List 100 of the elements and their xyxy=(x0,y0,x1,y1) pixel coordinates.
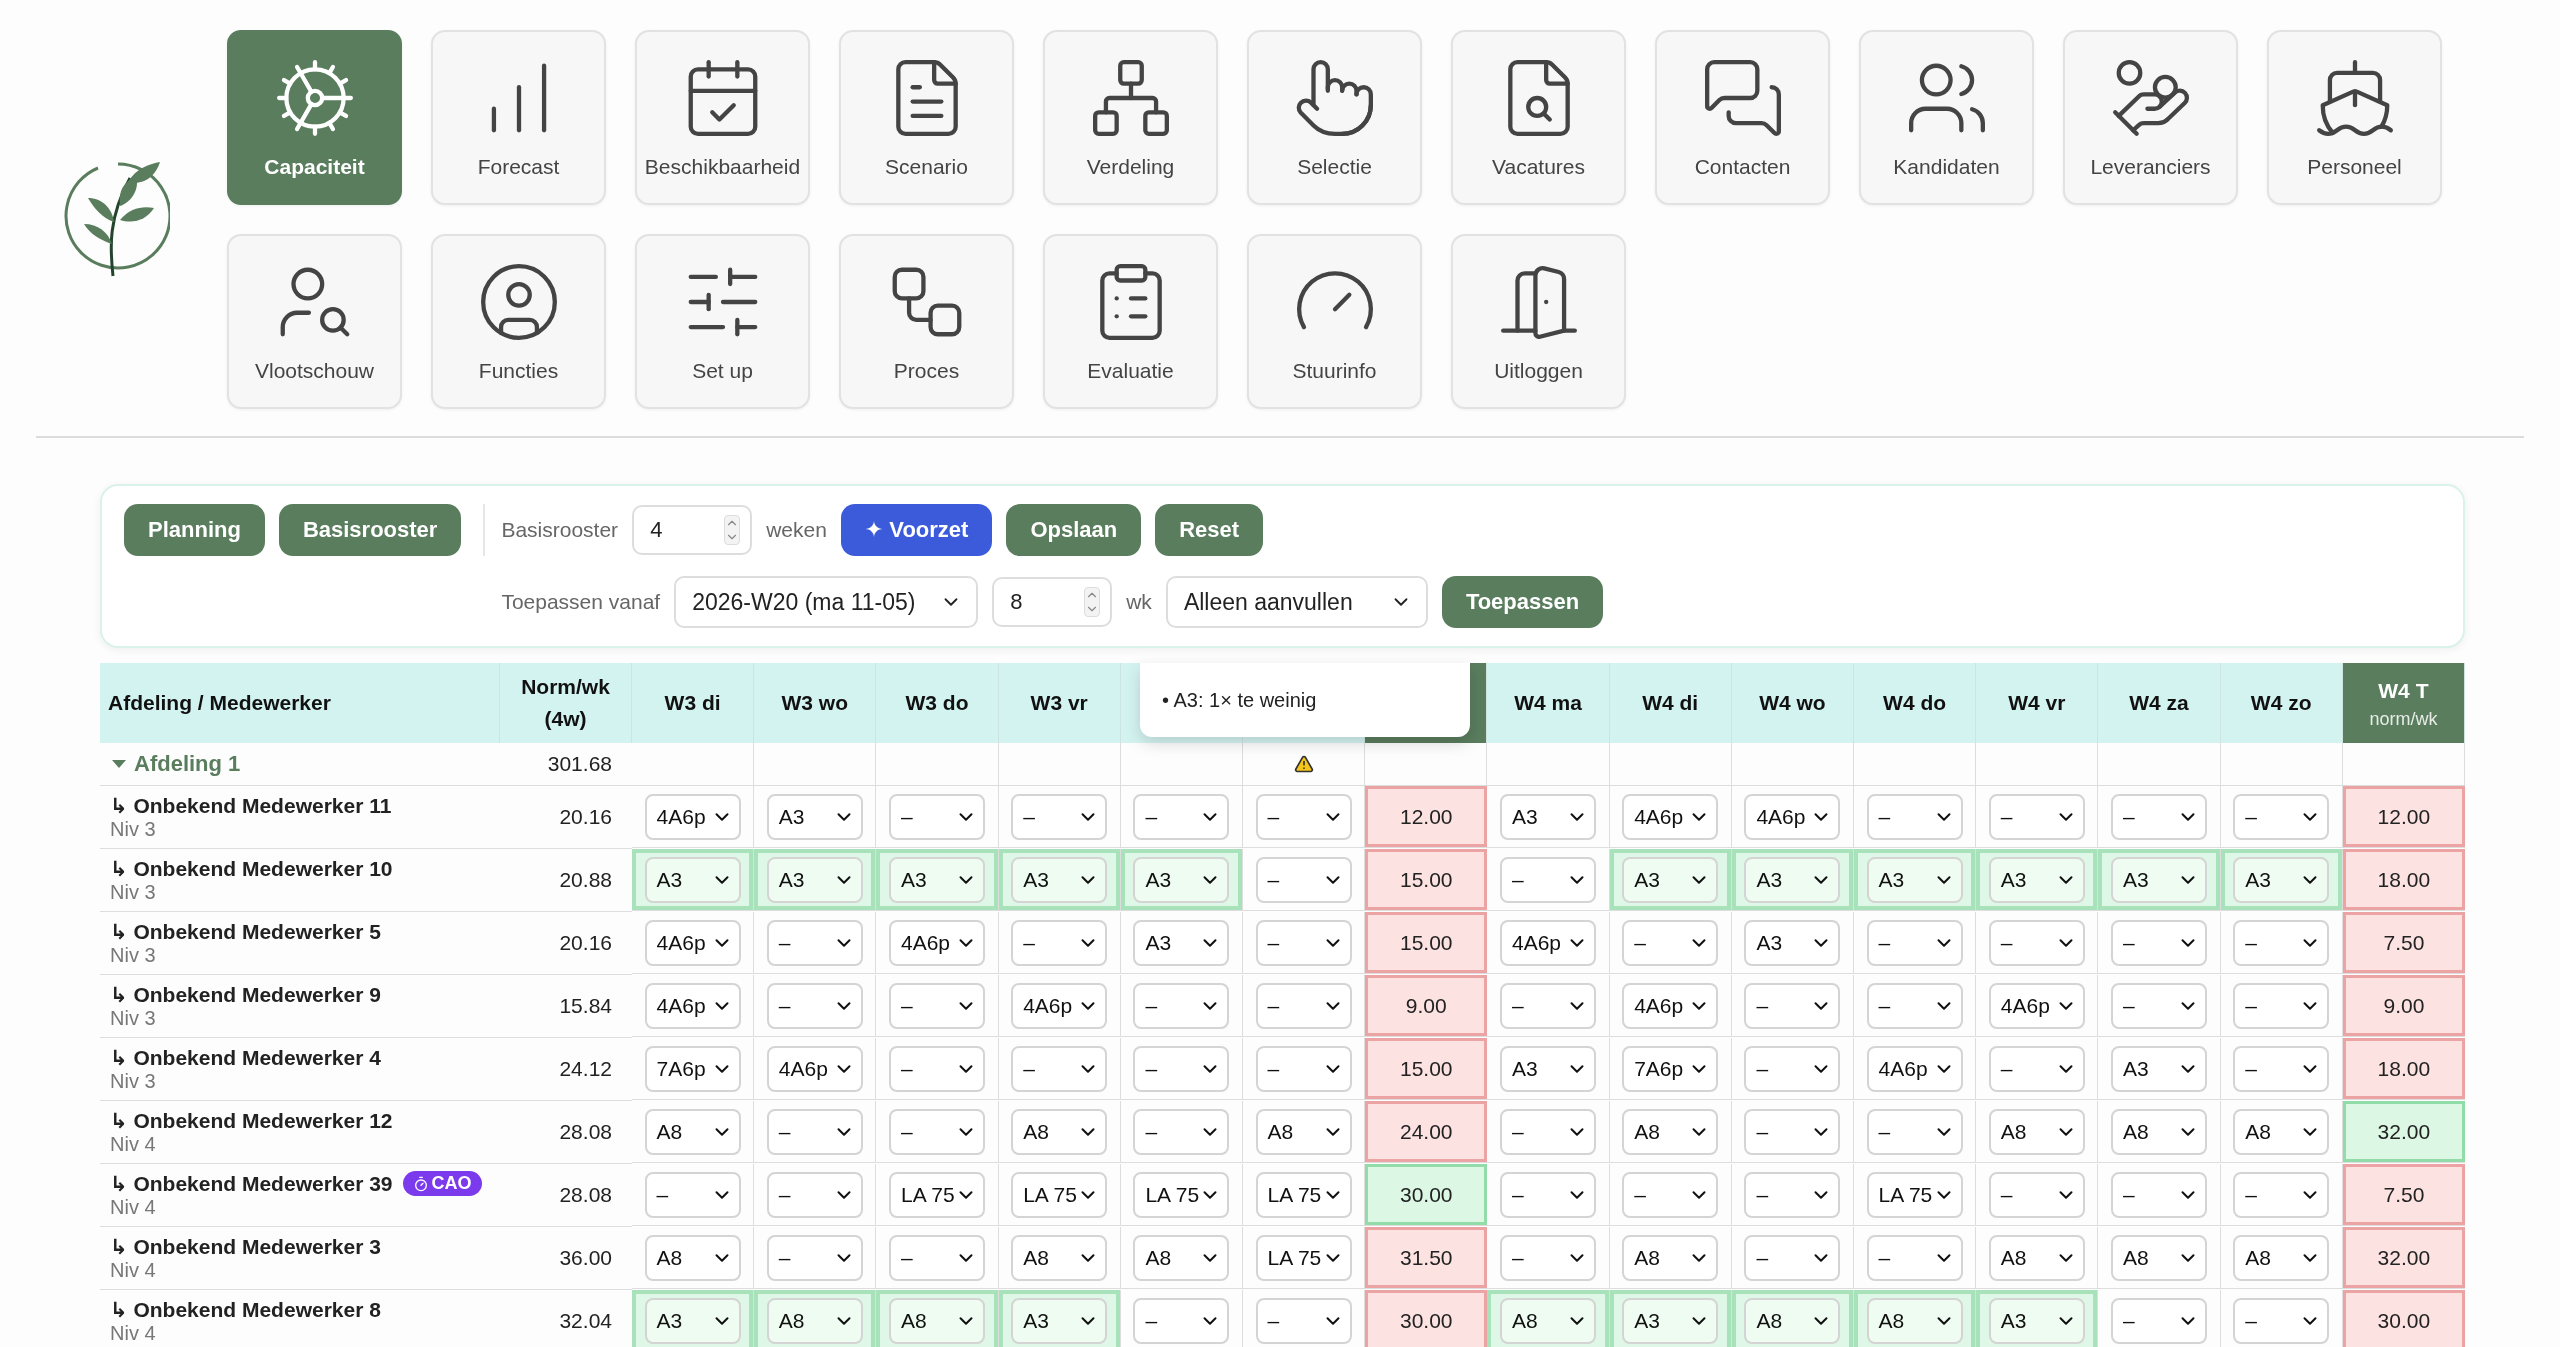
shift-select[interactable]: 4A6p xyxy=(1011,982,1108,1029)
shift-select[interactable]: A3 xyxy=(1988,856,2085,903)
shift-select[interactable]: 4A6p xyxy=(644,793,741,840)
shift-select[interactable]: – xyxy=(1866,982,1963,1029)
shift-select[interactable]: 4A6p xyxy=(1988,982,2085,1029)
shift-select[interactable]: – xyxy=(1255,793,1352,840)
shift-select[interactable]: – xyxy=(1133,982,1230,1029)
shift-select[interactable]: – xyxy=(1255,856,1352,903)
group-row[interactable]: Afdeling 1 xyxy=(100,743,500,786)
shift-select[interactable]: A8 xyxy=(644,1108,741,1155)
shift-select[interactable]: A3 xyxy=(1744,856,1841,903)
shift-select[interactable]: – xyxy=(1988,919,2085,966)
voorzet-button[interactable]: ✦ Voorzet xyxy=(840,504,993,556)
shift-select[interactable]: – xyxy=(1133,1297,1230,1344)
shift-select[interactable]: A3 xyxy=(2233,856,2330,903)
shift-select[interactable]: – xyxy=(1866,1234,1963,1281)
shift-select[interactable]: – xyxy=(1011,1045,1108,1092)
shift-select[interactable]: – xyxy=(1500,1234,1596,1281)
shift-select[interactable]: A8 xyxy=(1500,1297,1596,1344)
nav-tile[interactable]: Stuurinfo xyxy=(1247,234,1422,409)
shift-select[interactable]: – xyxy=(2111,919,2207,966)
shift-select[interactable]: – xyxy=(889,1045,985,1092)
nav-tile[interactable]: Beschikbaarheid xyxy=(635,30,810,205)
shift-select[interactable]: – xyxy=(1255,1297,1352,1344)
nav-tile[interactable]: Verdeling xyxy=(1043,30,1218,205)
shift-select[interactable]: – xyxy=(889,1108,985,1155)
shift-select[interactable]: – xyxy=(2233,793,2330,840)
shift-select[interactable]: – xyxy=(1255,982,1352,1029)
shift-select[interactable]: A3 xyxy=(1622,856,1719,903)
shift-select[interactable]: LA 75 xyxy=(889,1171,985,1218)
nav-tile[interactable]: Forecast xyxy=(431,30,606,205)
shift-select[interactable]: LA 75 xyxy=(1255,1234,1352,1281)
shift-select[interactable]: A3 xyxy=(644,856,741,903)
shift-select[interactable]: A8 xyxy=(1988,1108,2085,1155)
shift-select[interactable]: – xyxy=(2111,1171,2207,1218)
shift-select[interactable]: – xyxy=(889,793,985,840)
shift-select[interactable]: A3 xyxy=(766,856,863,903)
shift-select[interactable]: 4A6p xyxy=(1866,1045,1963,1092)
shift-select[interactable]: – xyxy=(1500,982,1596,1029)
weeks-count-field[interactable]: 8 xyxy=(992,577,1113,627)
shift-select[interactable]: A8 xyxy=(1744,1297,1841,1344)
nav-tile[interactable]: Leveranciers xyxy=(2063,30,2238,205)
nav-tile[interactable]: Contacten xyxy=(1655,30,1830,205)
shift-select[interactable]: – xyxy=(889,1234,985,1281)
nav-tile[interactable]: Kandidaten xyxy=(1859,30,2034,205)
shift-select[interactable]: A8 xyxy=(2111,1234,2207,1281)
shift-select[interactable]: – xyxy=(1744,1234,1841,1281)
shift-select[interactable]: A3 xyxy=(2111,1045,2207,1092)
nav-tile[interactable]: Uitloggen xyxy=(1451,234,1626,409)
shift-select[interactable]: – xyxy=(2233,919,2330,966)
mode-select[interactable]: Alleen aanvullen xyxy=(1165,576,1428,628)
shift-select[interactable]: LA 75 xyxy=(1011,1171,1108,1218)
shift-select[interactable]: 4A6p xyxy=(1744,793,1841,840)
nav-tile[interactable]: Evaluatie xyxy=(1043,234,1218,409)
shift-select[interactable]: A8 xyxy=(889,1297,985,1344)
shift-select[interactable]: – xyxy=(1988,1171,2085,1218)
shift-select[interactable]: – xyxy=(2233,1297,2330,1344)
nav-tile[interactable]: Capaciteit xyxy=(227,30,402,205)
shift-select[interactable]: – xyxy=(1133,1108,1230,1155)
shift-select[interactable]: A3 xyxy=(644,1297,741,1344)
shift-select[interactable]: – xyxy=(1255,919,1352,966)
shift-select[interactable]: A8 xyxy=(1622,1108,1719,1155)
shift-select[interactable]: – xyxy=(2233,1171,2330,1218)
shift-select[interactable]: 4A6p xyxy=(644,982,741,1029)
shift-select[interactable]: – xyxy=(1866,793,1963,840)
shift-select[interactable]: A3 xyxy=(1744,919,1841,966)
view-button[interactable]: Planning xyxy=(124,504,265,556)
weeks-field[interactable]: 4 xyxy=(632,505,753,555)
shift-select[interactable]: – xyxy=(2111,1297,2207,1344)
week-select[interactable]: 2026-W20 (ma 11-05) xyxy=(674,576,979,628)
shift-select[interactable]: – xyxy=(766,1234,863,1281)
shift-select[interactable]: – xyxy=(1011,793,1108,840)
shift-select[interactable]: – xyxy=(766,919,863,966)
shift-select[interactable]: 7A6p xyxy=(1622,1045,1719,1092)
shift-select[interactable]: – xyxy=(1500,1171,1596,1218)
shift-select[interactable]: A3 xyxy=(1500,1045,1596,1092)
shift-select[interactable]: – xyxy=(1744,1045,1841,1092)
shift-select[interactable]: – xyxy=(2111,982,2207,1029)
shift-select[interactable]: – xyxy=(1988,793,2085,840)
shift-select[interactable]: A8 xyxy=(1988,1234,2085,1281)
reset-button[interactable]: Reset xyxy=(1155,504,1264,556)
shift-select[interactable]: A3 xyxy=(1133,919,1230,966)
shift-select[interactable]: – xyxy=(2233,982,2330,1029)
save-button[interactable]: Opslaan xyxy=(1006,504,1142,556)
shift-select[interactable]: LA 75 xyxy=(1255,1171,1352,1218)
shift-select[interactable]: 4A6p xyxy=(889,919,985,966)
shift-select[interactable]: A8 xyxy=(1255,1108,1352,1155)
nav-tile[interactable]: Vlootschouw xyxy=(227,234,402,409)
shift-select[interactable]: – xyxy=(1622,919,1719,966)
shift-select[interactable]: A3 xyxy=(1622,1297,1719,1344)
shift-select[interactable]: A3 xyxy=(1011,1297,1108,1344)
shift-select[interactable]: – xyxy=(766,1171,863,1218)
nav-tile[interactable]: Scenario xyxy=(839,30,1014,205)
shift-select[interactable]: A3 xyxy=(889,856,985,903)
shift-select[interactable]: A8 xyxy=(1133,1234,1230,1281)
nav-tile[interactable]: Functies xyxy=(431,234,606,409)
shift-select[interactable]: – xyxy=(644,1171,741,1218)
shift-select[interactable]: A3 xyxy=(766,793,863,840)
shift-select[interactable]: – xyxy=(889,982,985,1029)
shift-select[interactable]: A3 xyxy=(1500,793,1596,840)
